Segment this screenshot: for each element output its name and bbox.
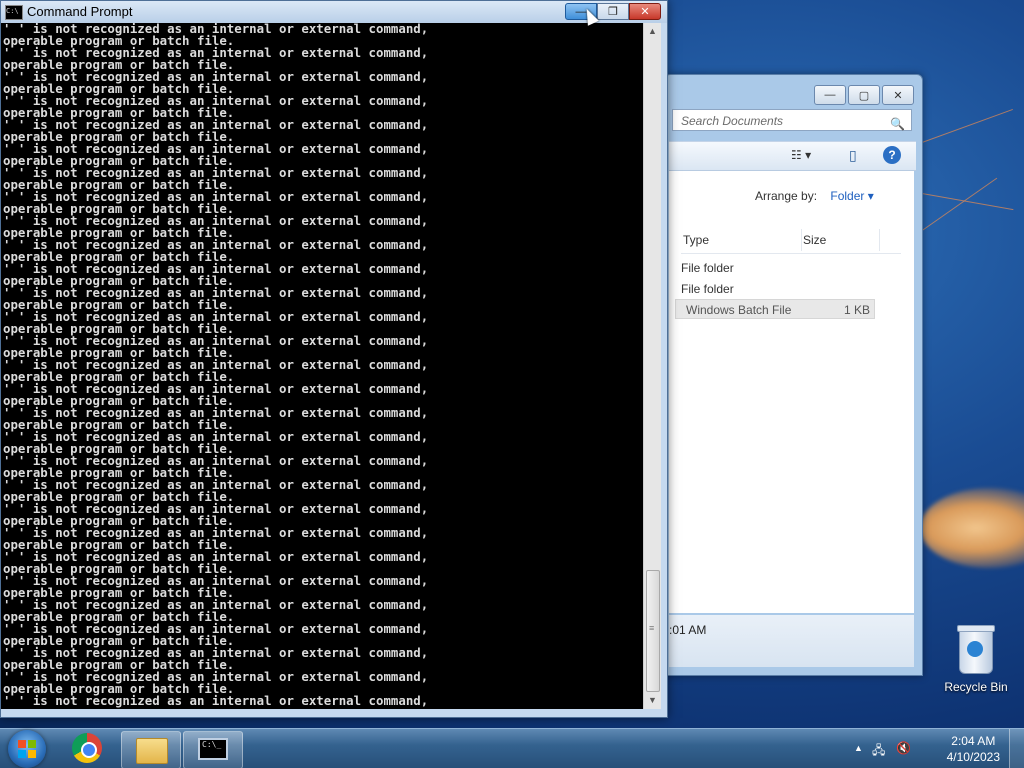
restore-button[interactable]: ❐ bbox=[597, 3, 629, 20]
scroll-grip-icon: ≡ bbox=[649, 623, 655, 633]
column-headers: Type Size bbox=[681, 229, 901, 254]
explorer-close-button[interactable]: ✕ bbox=[882, 85, 914, 105]
show-desktop-button[interactable] bbox=[1009, 729, 1024, 768]
command-prompt-icon: C:\_ bbox=[198, 738, 228, 760]
search-icon[interactable]: 🔍 bbox=[890, 113, 905, 135]
search-input[interactable]: Search Documents 🔍 bbox=[672, 109, 912, 131]
column-divider[interactable] bbox=[879, 229, 880, 251]
explorer-window[interactable]: — ▢ ✕ Search Documents 🔍 ☷ ▾ ▯ ? Arrange… bbox=[664, 74, 923, 676]
folder-icon bbox=[136, 738, 168, 764]
scroll-down-arrow-icon[interactable]: ▼ bbox=[644, 692, 661, 709]
cmd-title-bar[interactable]: C:\ Command Prompt — ❐ ✕ bbox=[1, 1, 667, 23]
list-item[interactable]: File folder bbox=[681, 279, 881, 299]
arrange-by: Arrange by: Folder ▾ bbox=[755, 189, 874, 203]
arrange-by-dropdown[interactable]: Folder ▾ bbox=[830, 189, 873, 203]
taskbar-explorer[interactable] bbox=[121, 731, 181, 768]
recycle-bin-icon bbox=[957, 625, 995, 674]
scroll-up-arrow-icon[interactable]: ▲ bbox=[644, 23, 661, 40]
close-button[interactable]: ✕ bbox=[629, 3, 661, 20]
clock-date: 4/10/2023 bbox=[946, 750, 1000, 764]
window-title: Command Prompt bbox=[27, 4, 133, 19]
wallpaper-jellyfish bbox=[920, 488, 1024, 568]
show-hidden-icons-icon[interactable]: ▲ bbox=[854, 743, 863, 753]
vertical-scrollbar[interactable]: ▲ ≡ ▼ bbox=[643, 23, 661, 709]
arrange-by-label: Arrange by: bbox=[755, 189, 818, 203]
network-icon[interactable]: 🖧 bbox=[872, 741, 885, 762]
list-item-selected[interactable]: Windows Batch File 1 KB bbox=[675, 299, 875, 319]
search-placeholder: Search Documents bbox=[681, 114, 784, 128]
console-line: ' ' is not recognized as an internal or … bbox=[3, 693, 429, 708]
item-type: Windows Batch File bbox=[686, 303, 792, 317]
explorer-details-pane: :01 AM bbox=[669, 615, 914, 667]
taskbar-chrome[interactable] bbox=[58, 731, 116, 767]
wallpaper-tendril bbox=[914, 177, 998, 236]
view-options-icon[interactable]: ☷ ▾ bbox=[791, 148, 811, 162]
clock-time: 2:04 AM bbox=[951, 734, 996, 748]
details-date-text: :01 AM bbox=[669, 623, 707, 637]
item-type: File folder bbox=[681, 282, 734, 296]
preview-pane-icon[interactable]: ▯ bbox=[849, 147, 857, 164]
explorer-window-controls: — ▢ ✕ bbox=[814, 85, 914, 105]
column-header-type[interactable]: Type bbox=[683, 233, 709, 247]
console-text: ' ' is not recognized as an internal or … bbox=[1, 23, 643, 707]
start-button[interactable] bbox=[8, 730, 46, 768]
explorer-minimize-button[interactable]: — bbox=[814, 85, 846, 105]
taskbar: C:\_ ▲ 🖧 🔇 2:04 AM 4/10/2023 bbox=[0, 728, 1024, 768]
cmd-window-controls: — ❐ ✕ bbox=[565, 3, 661, 20]
command-prompt-window[interactable]: C:\ Command Prompt — ❐ ✕ ' ' is not reco… bbox=[0, 0, 668, 718]
recycle-bin-label: Recycle Bin bbox=[944, 680, 1008, 694]
console-output[interactable]: ' ' is not recognized as an internal or … bbox=[1, 23, 643, 709]
explorer-toolbar: ☷ ▾ ▯ ? bbox=[669, 141, 916, 171]
list-item[interactable]: File folder bbox=[681, 258, 881, 278]
chrome-icon bbox=[72, 733, 102, 763]
recycle-bin-shortcut[interactable]: Recycle Bin bbox=[940, 625, 1012, 694]
column-header-size[interactable]: Size bbox=[803, 233, 826, 247]
item-size: 1 KB bbox=[843, 303, 870, 317]
explorer-content: Arrange by: Folder ▾ Type Size File fold… bbox=[669, 171, 914, 613]
volume-muted-icon[interactable]: 🔇 bbox=[896, 741, 911, 755]
column-divider[interactable] bbox=[801, 229, 802, 251]
explorer-maximize-button[interactable]: ▢ bbox=[848, 85, 880, 105]
help-icon[interactable]: ? bbox=[883, 146, 901, 164]
system-tray: ▲ 🖧 🔇 2:04 AM 4/10/2023 bbox=[854, 729, 1024, 768]
cmd-app-icon[interactable]: C:\ bbox=[5, 5, 23, 20]
taskbar-command-prompt[interactable]: C:\_ bbox=[183, 731, 243, 768]
clock[interactable]: 2:04 AM 4/10/2023 bbox=[947, 733, 1000, 765]
windows-logo-icon bbox=[18, 740, 36, 758]
desktop: — ▢ ✕ Search Documents 🔍 ☷ ▾ ▯ ? Arrange… bbox=[0, 0, 1024, 768]
scroll-thumb[interactable]: ≡ bbox=[646, 570, 660, 692]
item-type: File folder bbox=[681, 261, 734, 275]
